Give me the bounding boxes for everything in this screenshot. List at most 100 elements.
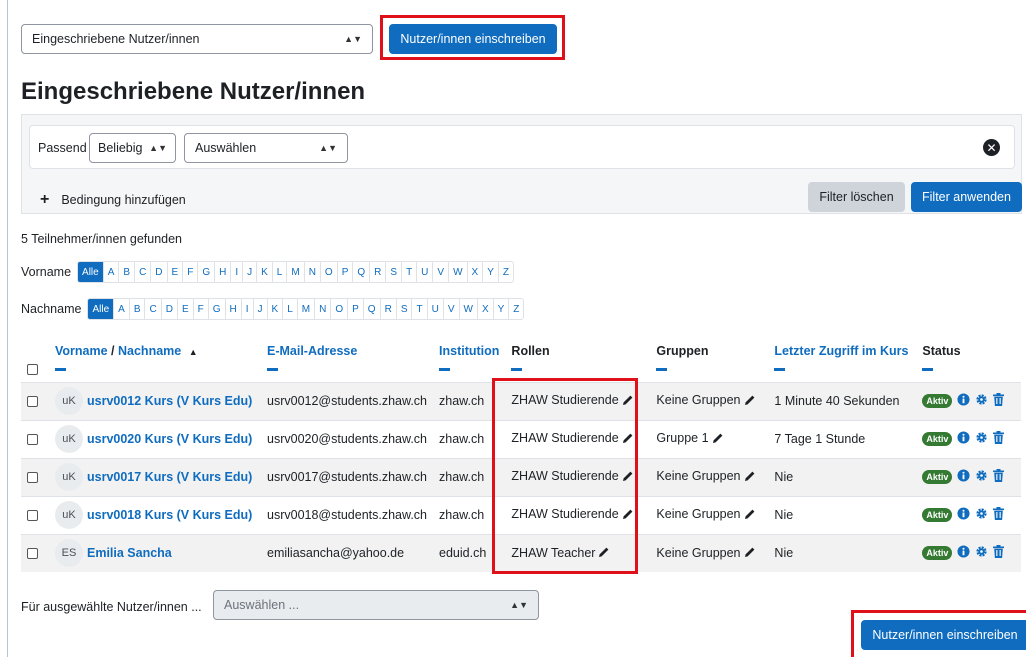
initial-c[interactable]: C [135, 262, 152, 282]
initial-p[interactable]: P [338, 262, 354, 282]
row-checkbox[interactable] [27, 434, 38, 446]
edit-group-pencil-icon[interactable] [744, 546, 756, 561]
initial-g[interactable]: G [209, 299, 226, 319]
info-icon[interactable] [957, 393, 970, 409]
info-icon[interactable] [957, 431, 970, 447]
initial-p[interactable]: P [348, 299, 364, 319]
hide-column-icon[interactable] [439, 368, 451, 371]
initial-v[interactable]: V [433, 262, 450, 282]
initial-h[interactable]: H [215, 262, 232, 282]
hide-column-icon[interactable] [55, 368, 66, 371]
last-access-sort-link[interactable]: Letzter Zugriff im Kurs [774, 344, 908, 358]
hide-column-icon[interactable] [267, 368, 278, 371]
clear-filters-button[interactable]: Filter löschen [808, 182, 905, 212]
initial-w[interactable]: W [449, 262, 468, 282]
initial-t[interactable]: T [412, 299, 428, 319]
initial-y[interactable]: Y [494, 299, 510, 319]
last-access-header[interactable]: Letzter Zugriff im Kurs [768, 338, 916, 382]
lastname-sort-link[interactable]: Nachname [118, 344, 181, 358]
initial-x[interactable]: X [478, 299, 494, 319]
initial-f[interactable]: F [183, 262, 199, 282]
initial-e[interactable]: E [168, 262, 184, 282]
trash-icon[interactable] [993, 393, 1005, 409]
initial-a[interactable]: A [104, 262, 120, 282]
row-checkbox[interactable] [27, 510, 38, 522]
initial-d[interactable]: D [151, 262, 168, 282]
info-icon[interactable] [957, 507, 970, 523]
remove-condition-icon[interactable]: ✕ [983, 139, 1000, 156]
email-header[interactable]: E-Mail-Adresse [261, 338, 433, 382]
hide-column-icon[interactable] [511, 368, 523, 371]
avatar[interactable]: uK [55, 425, 83, 453]
apply-filters-button[interactable]: Filter anwenden [911, 182, 1022, 212]
view-select[interactable]: Eingeschriebene Nutzer/innen ▲▼ [21, 24, 373, 54]
initial-b[interactable]: B [119, 262, 136, 282]
hide-column-icon[interactable] [656, 368, 668, 371]
trash-icon[interactable] [993, 469, 1005, 485]
initial-s[interactable]: S [386, 262, 403, 282]
initial-o[interactable]: O [331, 299, 349, 319]
initial-r[interactable]: R [370, 262, 387, 282]
info-icon[interactable] [957, 545, 970, 561]
initial-j[interactable]: J [254, 299, 268, 319]
initial-w[interactable]: W [460, 299, 478, 319]
trash-icon[interactable] [993, 507, 1005, 523]
edit-group-pencil-icon[interactable] [744, 470, 756, 485]
initial-r[interactable]: R [381, 299, 397, 319]
gear-icon[interactable] [975, 393, 988, 409]
initial-d[interactable]: D [162, 299, 178, 319]
initial-e[interactable]: E [178, 299, 194, 319]
initial-all[interactable]: Alle [78, 262, 104, 282]
gear-icon[interactable] [975, 469, 988, 485]
initial-c[interactable]: C [145, 299, 162, 319]
avatar[interactable]: uK [55, 463, 83, 491]
gear-icon[interactable] [975, 507, 988, 523]
email-sort-link[interactable]: E-Mail-Adresse [267, 344, 357, 358]
initial-g[interactable]: G [198, 262, 216, 282]
initial-z[interactable]: Z [509, 299, 523, 319]
user-name-link[interactable]: usrv0017 Kurs (V Kurs Edu) [87, 470, 252, 484]
avatar[interactable]: uK [55, 501, 83, 529]
user-name-link[interactable]: usrv0020 Kurs (V Kurs Edu) [87, 432, 252, 446]
institution-header[interactable]: Institution [433, 338, 505, 382]
initial-m[interactable]: M [287, 262, 305, 282]
edit-group-pencil-icon[interactable] [712, 432, 724, 447]
initial-n[interactable]: N [315, 299, 332, 319]
initial-h[interactable]: H [226, 299, 242, 319]
name-header[interactable]: Vorname / Nachname ▲ [49, 338, 261, 382]
initial-k[interactable]: K [257, 262, 273, 282]
initial-q[interactable]: Q [353, 262, 371, 282]
gear-icon[interactable] [975, 545, 988, 561]
initial-i[interactable]: I [242, 299, 254, 319]
initial-u[interactable]: U [417, 262, 434, 282]
initial-v[interactable]: V [444, 299, 460, 319]
condition-select[interactable]: Auswählen ▲▼ [184, 133, 348, 163]
match-select[interactable]: Beliebig ▲▼ [89, 133, 176, 163]
gear-icon[interactable] [975, 431, 988, 447]
row-checkbox[interactable] [27, 396, 38, 408]
hide-column-icon[interactable] [922, 368, 934, 371]
add-condition-link[interactable]: + Bedingung hinzufügen [40, 191, 186, 209]
bulk-action-select[interactable]: Auswählen ... ▲▼ [213, 590, 539, 620]
initial-s[interactable]: S [397, 299, 413, 319]
select-all-checkbox[interactable] [27, 364, 38, 376]
trash-icon[interactable] [993, 545, 1005, 561]
institution-sort-link[interactable]: Institution [439, 344, 499, 358]
initial-m[interactable]: M [298, 299, 316, 319]
initial-f[interactable]: F [194, 299, 209, 319]
initial-o[interactable]: O [321, 262, 338, 282]
user-name-link[interactable]: usrv0018 Kurs (V Kurs Edu) [87, 508, 252, 522]
initial-u[interactable]: U [428, 299, 444, 319]
firstname-sort-link[interactable]: Vorname [55, 344, 108, 358]
initial-x[interactable]: X [468, 262, 484, 282]
initial-k[interactable]: K [268, 299, 284, 319]
trash-icon[interactable] [993, 431, 1005, 447]
row-checkbox[interactable] [27, 472, 38, 484]
avatar[interactable]: ES [55, 539, 83, 568]
initial-n[interactable]: N [305, 262, 321, 282]
initial-a[interactable]: A [114, 299, 130, 319]
hide-column-icon[interactable] [774, 368, 786, 371]
initial-i[interactable]: I [231, 262, 244, 282]
row-checkbox[interactable] [27, 548, 38, 560]
initial-l[interactable]: L [273, 262, 288, 282]
